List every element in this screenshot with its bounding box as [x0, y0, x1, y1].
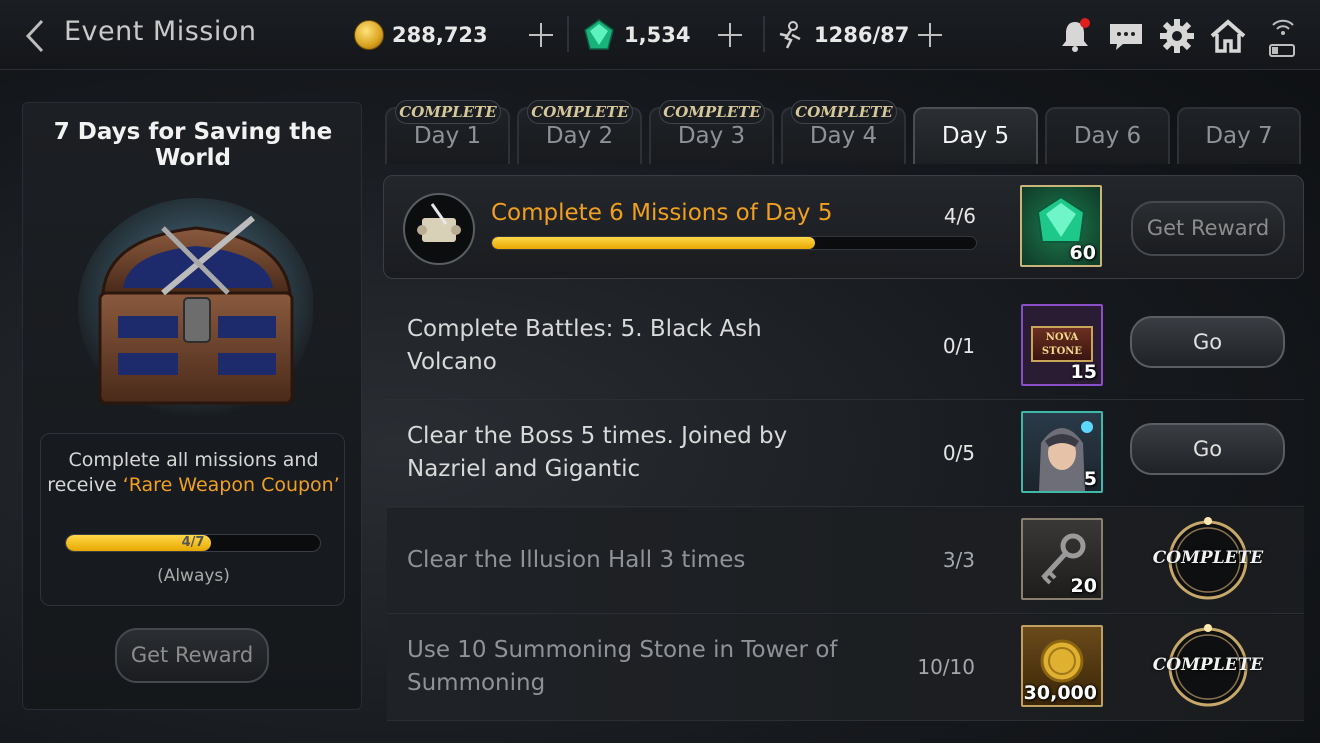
go-button[interactable]: Go	[1130, 316, 1285, 368]
treasure-chest-icon	[78, 198, 313, 418]
gem-icon	[584, 19, 614, 50]
page-title: Event Mission	[64, 16, 257, 47]
top-bar: Event Mission 288,723 1,534 1286/87	[0, 0, 1320, 70]
divider	[567, 16, 569, 52]
mission-line1: Complete Battles: 5. Black Ash	[407, 316, 762, 342]
tab-label: Day 2	[545, 123, 614, 149]
reward-quantity: 30,000	[1023, 682, 1097, 704]
complete-badge: COMPLETE	[395, 100, 501, 124]
complete-stamp-text: COMPLETE	[1152, 548, 1264, 568]
tab-label: Day 5	[941, 123, 1010, 149]
gem-amount: 1,534	[624, 23, 691, 47]
chat-icon[interactable]	[1107, 17, 1145, 55]
notification-bell-icon[interactable]	[1056, 17, 1094, 55]
mission-line2: Summoning	[407, 670, 546, 696]
event-title: 7 Days for Saving the World	[53, 119, 333, 171]
tab-label: Day 3	[677, 123, 746, 149]
reward-description-line1: Complete all missions and	[68, 449, 319, 471]
complete-stamp-text: COMPLETE	[1152, 655, 1264, 675]
mission-description: Complete Battles: 5. Black Ash Volcano	[407, 313, 762, 379]
get-day-reward-button[interactable]: Get Reward	[1131, 201, 1285, 256]
mission-line1: Clear the Boss 5 times. Joined by	[407, 423, 788, 449]
go-button[interactable]: Go	[1130, 423, 1285, 475]
gold-coin-icon	[354, 20, 384, 50]
reward-hero-item[interactable]: 5	[1021, 411, 1103, 493]
mission-progress: 10/10	[917, 655, 975, 679]
add-gold-button[interactable]	[528, 22, 554, 48]
day-mission-title: Complete 6 Missions of Day 5	[491, 200, 833, 226]
home-icon[interactable]	[1209, 17, 1247, 55]
tab-day-6[interactable]: Day 6	[1045, 107, 1170, 164]
complete-stamp: COMPLETE	[1148, 621, 1268, 713]
wifi-battery-icon	[1269, 19, 1295, 57]
stamina-currency: 1286/87	[776, 0, 909, 70]
reward-gem-item[interactable]: 60	[1020, 185, 1102, 267]
tab-day-3[interactable]: COMPLETE Day 3	[649, 100, 774, 164]
gem-currency: 1,534	[582, 0, 690, 70]
tab-label: Day 1	[413, 123, 482, 149]
complete-stamp: COMPLETE	[1148, 514, 1268, 606]
mission-row: Clear the Illusion Hall 3 times 3/3 20 C…	[387, 508, 1304, 614]
settings-gear-icon[interactable]	[1158, 17, 1196, 55]
complete-badge: COMPLETE	[659, 100, 765, 124]
add-gem-button[interactable]	[717, 22, 743, 48]
gold-currency: 288,723	[354, 0, 488, 70]
divider	[763, 16, 765, 52]
mission-line1: Use 10 Summoning Stone in Tower of	[407, 637, 838, 663]
mission-progress: 3/3	[942, 548, 975, 572]
tab-day-5[interactable]: Day 5	[913, 107, 1038, 164]
tab-label: Day 6	[1073, 123, 1142, 149]
mission-line2: Volcano	[407, 349, 497, 375]
mission-row: Clear the Boss 5 times. Joined by Nazrie…	[387, 401, 1304, 507]
tab-day-7[interactable]: Day 7	[1177, 107, 1301, 164]
mission-description: Use 10 Summoning Stone in Tower of Summo…	[407, 634, 838, 700]
overall-progress-text: 4/7	[181, 535, 205, 550]
reward-coupon-name: ‘Rare Weapon Coupon’	[122, 474, 340, 496]
reward-quantity: 15	[1070, 361, 1097, 383]
reward-quantity: 5	[1083, 468, 1097, 490]
complete-badge: COMPLETE	[791, 100, 897, 124]
get-final-reward-button[interactable]: Get Reward	[115, 628, 269, 683]
nova-stone-icon: NOVA STONE	[1031, 326, 1093, 362]
tab-label: Day 4	[809, 123, 878, 149]
gold-amount: 288,723	[392, 23, 488, 47]
mission-row: Complete Battles: 5. Black Ash Volcano 0…	[387, 294, 1304, 400]
reward-quantity: 20	[1070, 575, 1097, 597]
event-summary-panel: 7 Days for Saving the World Complete all…	[22, 102, 362, 710]
reward-description-prefix: receive	[47, 474, 123, 496]
mission-line2: Nazriel and Gigantic	[407, 456, 641, 482]
reward-info-box: Complete all missions and receive ‘Rare …	[40, 433, 345, 606]
mission-line1: Clear the Illusion Hall 3 times	[407, 547, 746, 573]
reward-key-item[interactable]: 20	[1021, 518, 1103, 600]
complete-badge: COMPLETE	[527, 100, 633, 124]
tab-day-2[interactable]: COMPLETE Day 2	[517, 100, 642, 164]
day-mission-row: Complete 6 Missions of Day 5 4/6 60 Get …	[383, 175, 1304, 279]
tab-day-4[interactable]: COMPLETE Day 4	[781, 100, 906, 164]
stamina-icon	[779, 21, 801, 49]
reward-quantity: 60	[1069, 242, 1096, 264]
stamina-amount: 1286/87	[814, 23, 910, 47]
overall-progress-bar: 4/7	[65, 534, 321, 552]
mission-progress: 0/1	[942, 334, 975, 358]
mission-progress: 0/5	[942, 441, 975, 465]
add-stamina-button[interactable]	[917, 22, 943, 48]
tab-day-1[interactable]: COMPLETE Day 1	[385, 100, 510, 164]
mission-description: Clear the Boss 5 times. Joined by Nazrie…	[407, 420, 787, 486]
event-period: (Always)	[157, 566, 230, 586]
back-arrow-icon[interactable]	[22, 18, 52, 54]
day-mission-progress-fill	[492, 237, 815, 249]
reward-description: Complete all missions and receive ‘Rare …	[41, 448, 346, 498]
reward-nova-stone-item[interactable]: NOVA STONE 15	[1021, 304, 1103, 386]
mission-description: Clear the Illusion Hall 3 times	[407, 544, 745, 577]
day-mission-progress-bar	[491, 236, 977, 250]
day-mission-progress-text: 4/6	[943, 204, 976, 228]
scroll-quest-icon	[403, 193, 475, 265]
tab-label: Day 7	[1205, 123, 1273, 149]
mission-row: Use 10 Summoning Stone in Tower of Summo…	[387, 615, 1304, 721]
reward-gold-item[interactable]: 30,000	[1021, 625, 1103, 707]
